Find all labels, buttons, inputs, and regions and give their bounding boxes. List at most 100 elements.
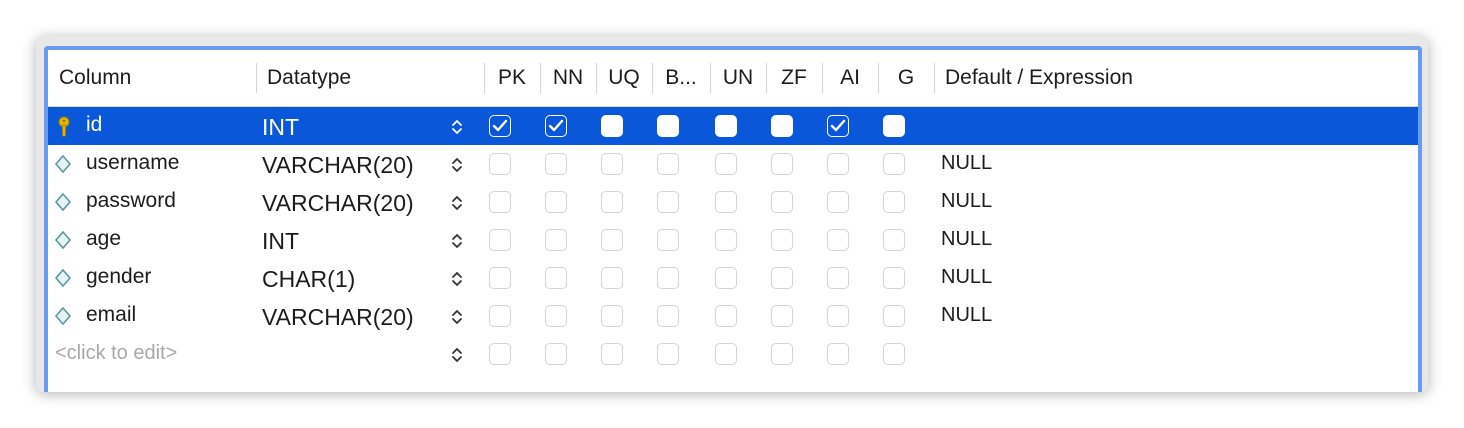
flag-checkbox-pk[interactable] bbox=[489, 153, 511, 175]
flag-checkbox-pk[interactable] bbox=[489, 305, 511, 327]
datatype-stepper-icon[interactable] bbox=[450, 345, 464, 365]
header-separator[interactable] bbox=[540, 63, 541, 93]
flag-checkbox-ai[interactable] bbox=[827, 115, 849, 137]
header-separator[interactable] bbox=[652, 63, 653, 93]
flag-checkbox-un[interactable] bbox=[715, 305, 737, 327]
flag-checkbox-un[interactable] bbox=[715, 267, 737, 289]
flag-checkbox-g[interactable] bbox=[883, 191, 905, 213]
datatype-stepper-icon[interactable] bbox=[450, 307, 464, 327]
header-separator[interactable] bbox=[256, 63, 257, 93]
column-name-cell[interactable]: username bbox=[86, 145, 179, 183]
column-header-b[interactable]: B... bbox=[652, 50, 710, 106]
flag-checkbox-un[interactable] bbox=[715, 343, 737, 365]
column-name-cell[interactable]: email bbox=[86, 297, 136, 335]
flag-checkbox-pk[interactable] bbox=[489, 267, 511, 289]
flag-checkbox-nn[interactable] bbox=[545, 267, 567, 289]
flag-checkbox-un[interactable] bbox=[715, 153, 737, 175]
flag-checkbox-nn[interactable] bbox=[545, 305, 567, 327]
flag-checkbox-b[interactable] bbox=[657, 229, 679, 251]
datatype-cell[interactable]: INT bbox=[262, 221, 299, 259]
flag-checkbox-zf[interactable] bbox=[771, 191, 793, 213]
flag-checkbox-un[interactable] bbox=[715, 229, 737, 251]
header-separator[interactable] bbox=[596, 63, 597, 93]
header-separator[interactable] bbox=[822, 63, 823, 93]
flag-checkbox-g[interactable] bbox=[883, 229, 905, 251]
flag-checkbox-ai[interactable] bbox=[827, 153, 849, 175]
column-header-g[interactable]: G bbox=[878, 50, 934, 106]
flag-checkbox-nn[interactable] bbox=[545, 229, 567, 251]
table-row[interactable]: id INT bbox=[48, 107, 1418, 145]
header-separator[interactable] bbox=[710, 63, 711, 93]
flag-checkbox-ai[interactable] bbox=[827, 343, 849, 365]
flag-checkbox-b[interactable] bbox=[657, 115, 679, 137]
flag-checkbox-zf[interactable] bbox=[771, 343, 793, 365]
column-name-cell[interactable]: gender bbox=[86, 259, 151, 297]
default-expression-cell[interactable]: NULL bbox=[941, 221, 992, 259]
column-header-column[interactable]: Column bbox=[48, 50, 256, 106]
flag-checkbox-b[interactable] bbox=[657, 343, 679, 365]
flag-checkbox-g[interactable] bbox=[883, 267, 905, 289]
datatype-cell[interactable]: INT bbox=[262, 107, 299, 145]
flag-checkbox-un[interactable] bbox=[715, 191, 737, 213]
flag-checkbox-pk[interactable] bbox=[489, 343, 511, 365]
column-header-datatype[interactable]: Datatype bbox=[256, 50, 484, 106]
table-row[interactable]: gender CHAR(1) NULL bbox=[48, 259, 1418, 297]
new-column-placeholder[interactable]: <click to edit> bbox=[55, 335, 177, 373]
flag-checkbox-uq[interactable] bbox=[601, 191, 623, 213]
flag-checkbox-g[interactable] bbox=[883, 343, 905, 365]
flag-checkbox-un[interactable] bbox=[715, 115, 737, 137]
flag-checkbox-nn[interactable] bbox=[545, 191, 567, 213]
column-header-default[interactable]: Default / Expression bbox=[934, 50, 1418, 106]
new-column-row[interactable]: <click to edit> bbox=[48, 335, 1418, 373]
flag-checkbox-zf[interactable] bbox=[771, 115, 793, 137]
flag-checkbox-nn[interactable] bbox=[545, 115, 567, 137]
flag-checkbox-g[interactable] bbox=[883, 305, 905, 327]
flag-checkbox-nn[interactable] bbox=[545, 153, 567, 175]
flag-checkbox-ai[interactable] bbox=[827, 305, 849, 327]
table-row[interactable]: email VARCHAR(20) NULL bbox=[48, 297, 1418, 335]
flag-checkbox-zf[interactable] bbox=[771, 267, 793, 289]
header-separator[interactable] bbox=[766, 63, 767, 93]
flag-checkbox-zf[interactable] bbox=[771, 229, 793, 251]
flag-checkbox-uq[interactable] bbox=[601, 343, 623, 365]
datatype-stepper-icon[interactable] bbox=[450, 193, 464, 213]
flag-checkbox-uq[interactable] bbox=[601, 115, 623, 137]
datatype-stepper-icon[interactable] bbox=[450, 231, 464, 251]
flag-checkbox-ai[interactable] bbox=[827, 267, 849, 289]
datatype-cell[interactable]: CHAR(1) bbox=[262, 259, 355, 297]
column-name-cell[interactable]: password bbox=[86, 183, 176, 221]
datatype-stepper-icon[interactable] bbox=[450, 269, 464, 289]
flag-checkbox-zf[interactable] bbox=[771, 305, 793, 327]
header-separator[interactable] bbox=[934, 63, 935, 93]
column-header-uq[interactable]: UQ bbox=[596, 50, 652, 106]
column-header-ai[interactable]: AI bbox=[822, 50, 878, 106]
flag-checkbox-ai[interactable] bbox=[827, 229, 849, 251]
flag-checkbox-pk[interactable] bbox=[489, 191, 511, 213]
flag-checkbox-b[interactable] bbox=[657, 191, 679, 213]
column-header-nn[interactable]: NN bbox=[540, 50, 596, 106]
flag-checkbox-g[interactable] bbox=[883, 115, 905, 137]
flag-checkbox-uq[interactable] bbox=[601, 305, 623, 327]
column-name-cell[interactable]: id bbox=[86, 107, 102, 145]
table-row[interactable]: age INT NULL bbox=[48, 221, 1418, 259]
flag-checkbox-pk[interactable] bbox=[489, 229, 511, 251]
flag-checkbox-b[interactable] bbox=[657, 153, 679, 175]
flag-checkbox-ai[interactable] bbox=[827, 191, 849, 213]
column-header-pk[interactable]: PK bbox=[484, 50, 540, 106]
default-expression-cell[interactable]: NULL bbox=[941, 297, 992, 335]
datatype-stepper-icon[interactable] bbox=[450, 117, 464, 137]
flag-checkbox-pk[interactable] bbox=[489, 115, 511, 137]
default-expression-cell[interactable]: NULL bbox=[941, 259, 992, 297]
column-name-cell[interactable]: age bbox=[86, 221, 121, 259]
column-header-zf[interactable]: ZF bbox=[766, 50, 822, 106]
table-row[interactable]: username VARCHAR(20) NULL bbox=[48, 145, 1418, 183]
datatype-cell[interactable]: VARCHAR(20) bbox=[262, 297, 414, 335]
header-separator[interactable] bbox=[878, 63, 879, 93]
flag-checkbox-b[interactable] bbox=[657, 267, 679, 289]
flag-checkbox-zf[interactable] bbox=[771, 153, 793, 175]
header-separator[interactable] bbox=[484, 63, 485, 93]
column-header-un[interactable]: UN bbox=[710, 50, 766, 106]
datatype-stepper-icon[interactable] bbox=[450, 155, 464, 175]
flag-checkbox-nn[interactable] bbox=[545, 343, 567, 365]
table-row[interactable]: password VARCHAR(20) NULL bbox=[48, 183, 1418, 221]
